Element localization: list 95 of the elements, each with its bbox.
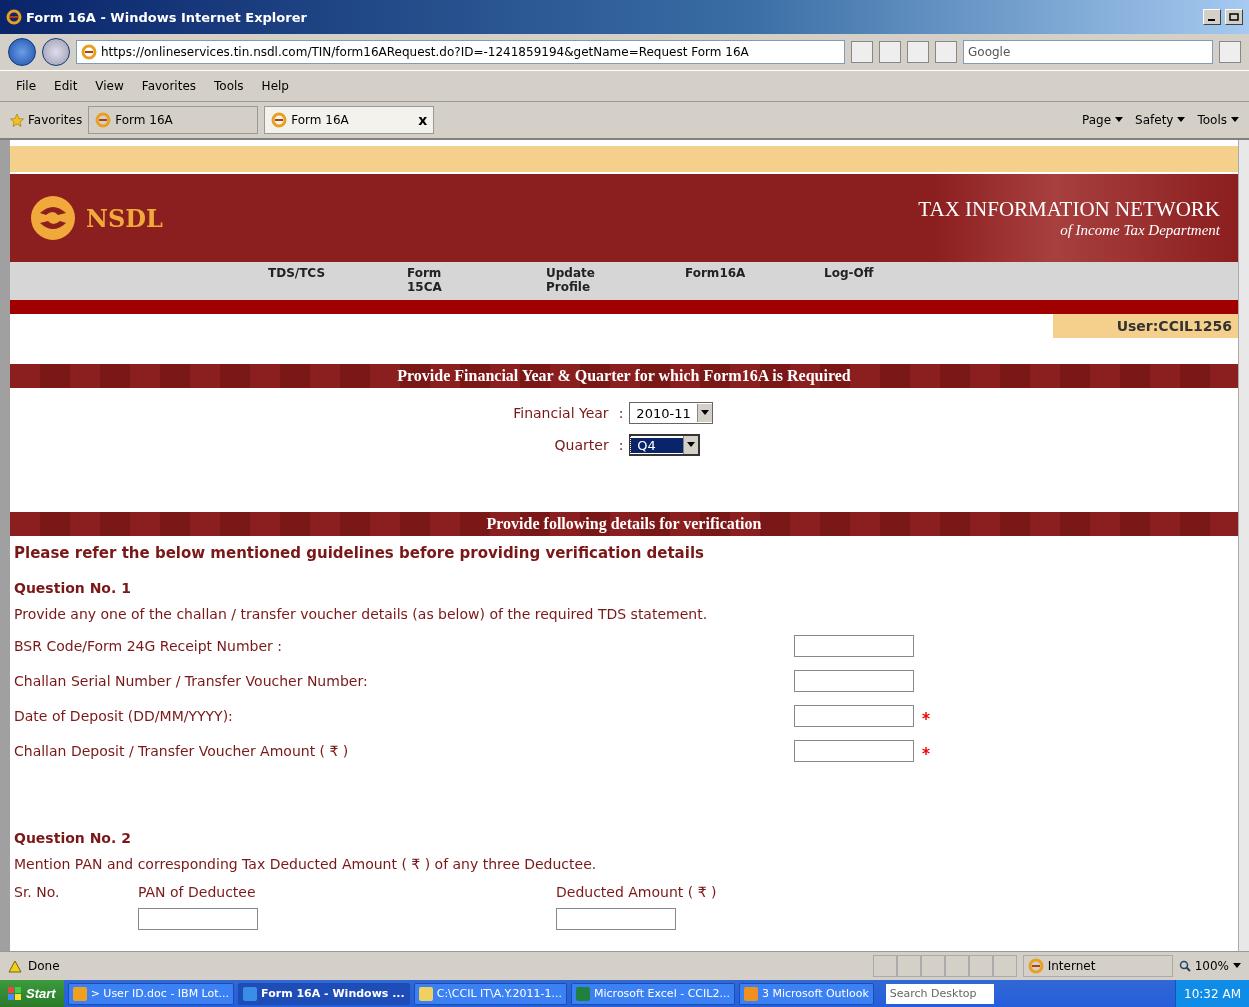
menu-item[interactable]: Help: [261, 79, 289, 93]
asterisk-icon: [922, 711, 930, 720]
status-panel: [968, 955, 993, 977]
maximize-button[interactable]: [1225, 9, 1243, 25]
scrollbar[interactable]: [1238, 140, 1249, 951]
taskbar-item[interactable]: C:\CCIL IT\A.Y.2011-1...: [413, 982, 567, 1005]
start-button[interactable]: Start: [0, 980, 64, 1007]
clock: 10:32 AM: [1184, 986, 1241, 1001]
caret-icon: [1233, 963, 1241, 969]
select-field[interactable]: 2010-11: [629, 402, 713, 424]
back-button[interactable]: [8, 38, 36, 66]
star-icon: [10, 113, 24, 127]
app-icon: [743, 986, 758, 1001]
section-heading: Provide following details for verification: [10, 512, 1238, 536]
menu-item[interactable]: Tools: [214, 79, 244, 93]
column-header: Sr. No.: [14, 884, 61, 900]
nav-link[interactable]: Form16A: [685, 266, 824, 300]
taskbar-item[interactable]: Form 16A - Windows ...: [238, 982, 410, 1005]
site-icon: [95, 112, 112, 128]
nav-link[interactable]: Form 15CA: [407, 266, 546, 300]
caret-icon: [1231, 117, 1239, 123]
address-field[interactable]: https://onlineservices.tin.nsdl.com/TIN/form16ARequest.do?ID=-1241859194&getName=Request Form 16A: [76, 40, 845, 64]
status-text: Done: [28, 959, 60, 973]
zoom-button[interactable]: 100%: [1178, 959, 1241, 973]
app-icon: [72, 986, 87, 1001]
input-field[interactable]: [794, 704, 914, 727]
window-title: Form 16A - Windows Internet Explorer: [26, 9, 307, 25]
desktop-search-field[interactable]: Search Desktop: [885, 983, 994, 1004]
app-icon: [243, 986, 258, 1001]
warning-icon: [8, 959, 22, 973]
input-field[interactable]: [794, 634, 914, 657]
caret-icon: [1115, 117, 1124, 123]
minimize-button[interactable]: [1203, 9, 1221, 25]
question-text: Provide any one of the challan / transfer voucher details (as below) of the required TDS statement.: [14, 606, 709, 622]
logo-icon: [28, 193, 78, 243]
forward-button[interactable]: [42, 38, 70, 66]
maximize-icon: [1229, 13, 1239, 21]
question-text: Mention PAN and corresponding Tax Deducted Amount ( ₹ ) of any three Deductee.: [14, 856, 598, 872]
field-label: Financial Year: [513, 405, 610, 421]
magnifier-icon: [1178, 960, 1191, 972]
taskbar-item[interactable]: > User ID.doc - IBM Lot...: [67, 982, 235, 1005]
select-field[interactable]: Q4: [629, 434, 701, 456]
nav-link[interactable]: Update Profile: [546, 266, 685, 300]
column-header: Deducted Amount ( ₹ ): [556, 884, 717, 900]
guidelines-note: Please refer the below mentioned guidelines before providing verification details: [14, 544, 705, 562]
site-title: TAX INFORMATION NETWORK: [918, 197, 1220, 222]
question-title: Question No. 1: [14, 580, 132, 596]
status-panel: [920, 955, 945, 977]
colon: :: [618, 405, 625, 421]
menu-item[interactable]: Edit: [54, 79, 78, 93]
taskbar-item[interactable]: Microsoft Excel - CCIL2...: [571, 982, 735, 1005]
site-icon: [81, 44, 97, 60]
command-menu[interactable]: Safety: [1135, 113, 1186, 127]
caret-icon: [1177, 117, 1186, 123]
colon: :: [618, 437, 625, 453]
asterisk-icon: [922, 746, 930, 755]
logo-text: NSDL: [86, 203, 163, 233]
user-label: User:CCIL1256: [1053, 314, 1238, 338]
site-icon: [271, 112, 288, 128]
caret-icon: [687, 442, 696, 448]
section-heading: Provide Financial Year & Quarter for which Form16A is Required: [10, 364, 1238, 388]
command-menu[interactable]: Tools: [1197, 113, 1239, 127]
browser-logo-icon: [6, 9, 22, 25]
input-field[interactable]: [794, 739, 914, 762]
status-panel: [872, 955, 897, 977]
status-panel: [944, 955, 969, 977]
zone-indicator: Internet: [1022, 955, 1173, 977]
command-menu[interactable]: Page: [1082, 113, 1124, 127]
menu-item[interactable]: File: [16, 79, 37, 93]
site-subtitle: of Income Tax Department: [1059, 222, 1220, 239]
windows-logo-icon: [8, 986, 22, 1001]
taskbar-item[interactable]: 3 Microsoft Outlook: [738, 982, 874, 1005]
favorites-button[interactable]: Favorites: [10, 113, 83, 127]
question-title: Question No. 2: [14, 830, 132, 846]
menu-item[interactable]: Favorites: [141, 79, 197, 93]
field-label: Quarter: [554, 437, 610, 453]
caret-icon: [700, 410, 709, 416]
status-panel: [896, 955, 921, 977]
nav-link[interactable]: TDS/TCS: [268, 266, 407, 300]
input-field[interactable]: [794, 669, 914, 692]
status-panel: [992, 955, 1017, 977]
browser-tab[interactable]: Form 16A x: [264, 106, 435, 134]
browser-tab[interactable]: Form 16A: [88, 106, 259, 134]
menu-item[interactable]: View: [95, 79, 124, 93]
column-header: PAN of Deductee: [138, 884, 257, 900]
app-icon: [576, 986, 590, 1001]
field-label: Date of Deposit (DD/MM/YYYY):: [14, 707, 234, 724]
input-field[interactable]: [138, 908, 258, 930]
field-label: BSR Code/Form 24G Receipt Number :: [14, 637, 283, 654]
search-field[interactable]: Google: [963, 40, 1213, 64]
app-icon: [418, 986, 433, 1001]
field-label: Challan Deposit / Transfer Voucher Amount ( ₹ ): [14, 742, 350, 759]
nav-link[interactable]: Log-Off: [824, 266, 963, 300]
field-label: Challan Serial Number / Transfer Voucher Number:: [14, 672, 369, 689]
input-field[interactable]: [556, 908, 676, 930]
